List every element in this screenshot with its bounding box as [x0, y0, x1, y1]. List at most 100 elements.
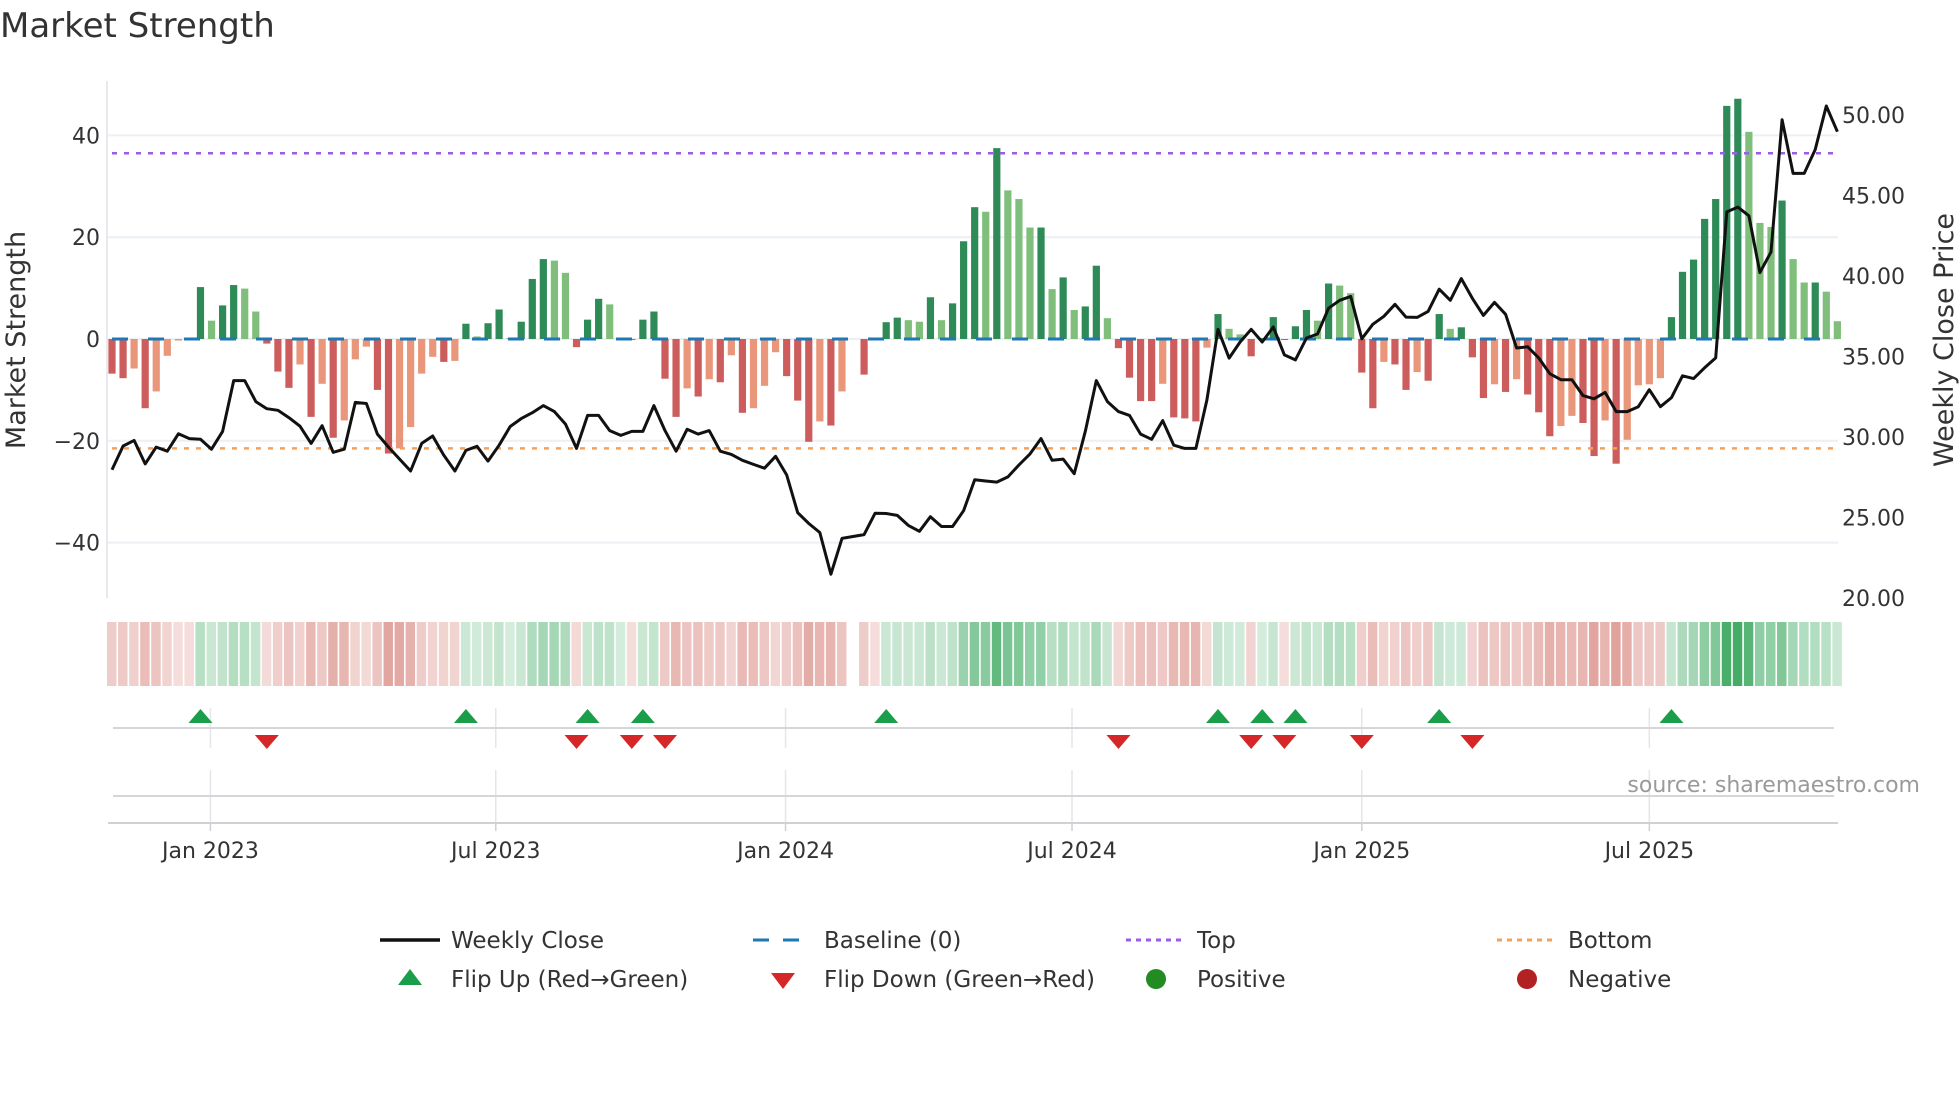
- heat-cell: [925, 622, 935, 686]
- heat-cell: [969, 622, 980, 686]
- legend-item-top: Top: [1126, 928, 1236, 954]
- strength-bar: [860, 339, 868, 375]
- strength-bar: [1081, 306, 1089, 339]
- flip-down-marker: [254, 735, 279, 749]
- strength-bar: [252, 311, 260, 339]
- heat-cell: [1478, 622, 1488, 686]
- legend-label: Negative: [1568, 967, 1671, 993]
- heat-cell: [483, 622, 493, 686]
- strength-bar: [1435, 314, 1443, 339]
- strength-bar: [1756, 222, 1764, 339]
- strength-bar: [1181, 339, 1189, 419]
- strength-bar: [1634, 339, 1642, 386]
- heat-cell: [870, 622, 880, 686]
- heat-cell: [449, 622, 460, 686]
- heat-cell: [261, 622, 272, 686]
- strength-bar: [1380, 339, 1388, 362]
- heat-cell: [682, 622, 692, 686]
- strength-bar: [1446, 328, 1454, 339]
- heat-cell: [704, 622, 714, 686]
- flip-down-marker: [564, 735, 589, 749]
- legend-item-flip-down: Flip Down (Green→Red): [771, 967, 1095, 993]
- heat-cell: [1224, 622, 1234, 686]
- strength-bar: [915, 321, 923, 339]
- heat-cell: [405, 622, 416, 686]
- heat-cell: [107, 622, 117, 686]
- strength-bar: [1667, 317, 1676, 339]
- heat-cell: [1367, 622, 1378, 686]
- heat-cell: [914, 622, 924, 686]
- strength-bar: [318, 339, 326, 384]
- x-tick-label: Jul 2023: [449, 839, 541, 864]
- heat-cell: [1600, 622, 1610, 686]
- heat-cell: [836, 622, 847, 686]
- legend-label: Baseline (0): [824, 928, 961, 954]
- heat-cell: [637, 622, 648, 686]
- heat-cell: [283, 622, 294, 686]
- heat-cell: [1566, 622, 1577, 686]
- strength-bar: [1579, 339, 1587, 423]
- strength-bar: [760, 339, 769, 386]
- heat-cell: [339, 622, 349, 686]
- heat-cell: [1301, 622, 1311, 686]
- heat-cell: [1047, 622, 1057, 686]
- strength-bar: [971, 207, 979, 339]
- strength-bar: [650, 311, 658, 339]
- heat-cell: [980, 622, 991, 686]
- heat-cell: [1533, 622, 1544, 686]
- strength-bar: [1501, 339, 1510, 392]
- heat-cell: [859, 622, 869, 686]
- flip-up-marker: [575, 709, 600, 723]
- heat-cell: [881, 622, 891, 686]
- strength-bar: [141, 339, 149, 409]
- heat-cell: [460, 622, 471, 686]
- strength-bar: [1037, 227, 1045, 339]
- heat-cell: [1699, 622, 1710, 686]
- heat-cell: [626, 622, 637, 686]
- strength-bar: [119, 339, 127, 379]
- strength-bar: [1070, 309, 1078, 339]
- heat-cell: [1213, 622, 1223, 686]
- strength-bar: [1026, 227, 1034, 339]
- heat-cell: [560, 622, 570, 686]
- strength-bar: [904, 320, 912, 339]
- heat-cell: [129, 622, 139, 686]
- heat-cell: [1500, 622, 1511, 686]
- heat-cell: [427, 622, 438, 686]
- strength-bar: [1678, 271, 1687, 339]
- heat-cell: [615, 622, 626, 686]
- strength-bar: [893, 317, 901, 339]
- strength-bar: [395, 339, 404, 449]
- heat-cell: [1611, 622, 1621, 686]
- strength-bar: [1402, 339, 1410, 390]
- y2-tick-label: 45.00: [1842, 185, 1905, 210]
- strength-bar: [1225, 328, 1233, 339]
- legend-item-bottom: Bottom: [1497, 928, 1652, 954]
- heat-cell: [648, 622, 659, 686]
- strength-bar: [1645, 339, 1653, 385]
- heat-cell: [1666, 622, 1676, 686]
- heat-cell: [1445, 622, 1455, 686]
- strength-bar: [484, 323, 492, 339]
- heat-cell: [1799, 622, 1809, 686]
- heat-cell: [140, 622, 150, 686]
- y2-tick-label: 40.00: [1842, 265, 1905, 290]
- legend-item-negative: Negative: [1517, 967, 1671, 993]
- flip-up-marker: [630, 709, 655, 723]
- flip-down-marker: [653, 735, 677, 749]
- strength-bar: [1612, 339, 1620, 464]
- heat-cell: [494, 622, 504, 686]
- y-tick-label: −40: [54, 532, 100, 557]
- heat-cell: [1102, 622, 1112, 686]
- strength-bar: [274, 339, 282, 372]
- heat-cell: [1146, 622, 1157, 686]
- flip-up-marker: [1659, 709, 1684, 723]
- strength-bar: [716, 339, 724, 383]
- heat-cell: [1821, 622, 1831, 686]
- heat-cell: [1467, 622, 1477, 686]
- strength-bar: [1479, 339, 1488, 399]
- legend-label: Flip Up (Red→Green): [451, 967, 688, 993]
- x-tick-label: Jul 2024: [1025, 839, 1117, 864]
- y2-axis-label: Weekly Close Price: [1929, 213, 1960, 467]
- heat-cell: [1412, 622, 1422, 686]
